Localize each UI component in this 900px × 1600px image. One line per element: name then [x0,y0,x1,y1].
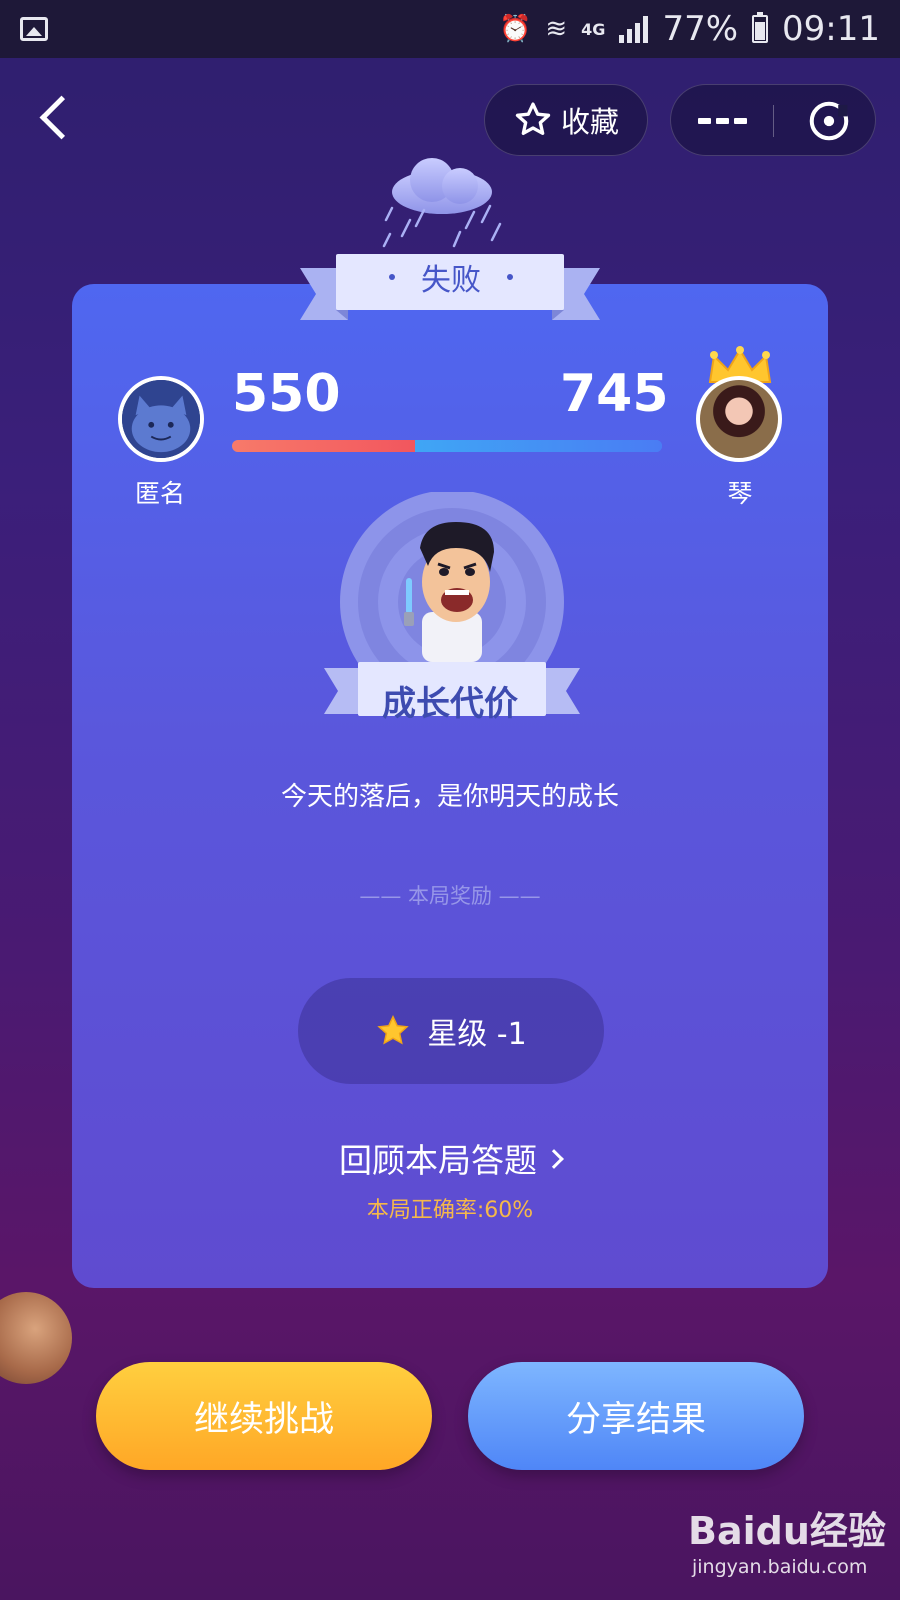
player-avatar-left[interactable] [118,376,204,462]
badge-title: 成长代价 [382,683,518,724]
player-name-left: 匿名 [134,479,185,508]
score-bar-right-fill [414,440,662,452]
close-button[interactable] [781,85,877,157]
player-avatar-right[interactable] [696,376,782,462]
star-outline-icon [515,102,551,135]
result-status: 失败 [421,263,481,298]
score-comparison-bar [232,440,662,452]
score-right: 745 [560,364,669,424]
clock: 09:11 [782,9,880,49]
favorite-button[interactable]: 收藏 [484,84,648,156]
player-name-right: 琴 [727,479,753,508]
planet-decoration [0,1292,72,1384]
reward-pill: 星级 -1 [298,978,604,1084]
close-target-icon [809,101,849,141]
score-bar-left-fill [232,440,415,452]
signal-icon [619,15,649,43]
mini-program-capsule [670,84,876,156]
network-type: 4G [581,19,606,39]
watermark-logo: Baidu经验 [688,1509,886,1553]
status-bar: ⏰ ≋ 4G 77% 09:11 [0,0,900,58]
accuracy-text: 本局正确率:60% [366,1198,534,1223]
cat-face-icon [122,380,200,458]
continue-challenge-button[interactable]: 继续挑战 [96,1362,432,1470]
star-icon [377,1014,409,1045]
chevron-right-icon [544,1149,564,1169]
back-button[interactable] [36,94,76,144]
favorite-label: 收藏 [560,105,619,139]
motto-text: 今天的落后，是你明天的成长 [280,782,619,812]
reward-value: 星级 -1 [427,1017,527,1052]
wifi-icon: ≋ [545,14,568,44]
baidu-jingyan-watermark: Baidu经验 jingyan.baidu.com [688,1500,888,1586]
battery-percent: 77% [662,9,739,49]
alarm-icon: ⏰ [499,14,532,44]
battery-icon [752,12,769,43]
rain-cloud-icon [382,158,502,248]
gallery-notification-icon [20,17,48,41]
review-answers-link[interactable]: 回顾本局答题 [72,1134,828,1182]
review-answers-label: 回顾本局答题 [339,1141,537,1180]
score-left: 550 [232,364,341,424]
share-result-button[interactable]: 分享结果 [468,1362,804,1470]
reward-section-title: —— 本局奖励 —— [359,884,541,908]
watermark-url: jingyan.baidu.com [692,1556,868,1578]
more-button[interactable] [671,85,773,157]
